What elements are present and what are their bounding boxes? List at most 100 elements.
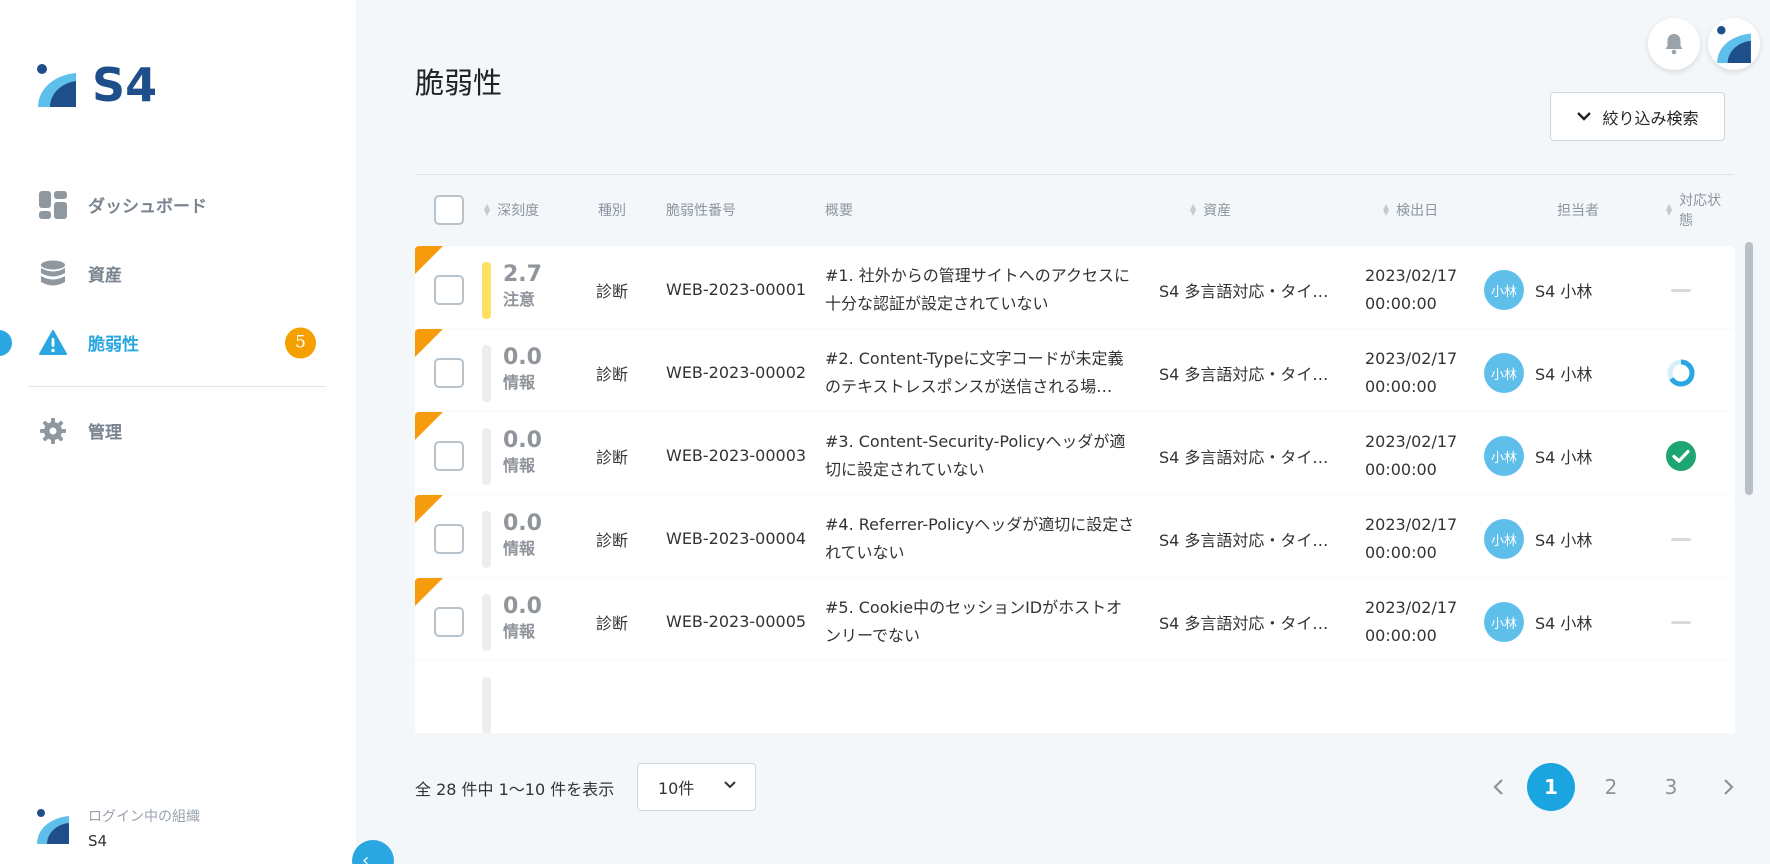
row-checkbox[interactable]: [434, 274, 464, 305]
active-indicator: [0, 329, 12, 356]
sidebar-collapse-button[interactable]: ‹: [352, 840, 394, 864]
table-row[interactable]: 0.0 情報 診断 WEB-2023-00005 #5. Cookie中のセッシ…: [415, 578, 1735, 665]
vulnerability-count-badge: 5: [285, 327, 316, 358]
row-checkbox-cell: [434, 246, 464, 333]
previous-page-button[interactable]: [1474, 763, 1522, 811]
detected-date: 2023/02/17: [1365, 266, 1458, 285]
vulnerability-summary[interactable]: #2. Content-Typeに文字コードが未定義のテキストレスポンスが送信さ…: [825, 345, 1135, 403]
brand-name: S4: [92, 58, 158, 112]
row-checkbox[interactable]: [434, 606, 464, 637]
page-button-1[interactable]: 1: [1527, 763, 1575, 811]
detected-time: 00:00:00: [1365, 543, 1437, 562]
severity-bar: [482, 594, 491, 651]
status-in-progress-icon[interactable]: [1665, 357, 1697, 389]
column-label: 種別: [598, 203, 626, 219]
severity-score-value: 0.0: [503, 345, 542, 370]
table-row[interactable]: 0.0 情報 診断 WEB-2023-00003 #3. Content-Sec…: [415, 412, 1735, 499]
status-done-icon[interactable]: [1665, 440, 1697, 472]
notifications-button[interactable]: [1648, 18, 1700, 70]
vulnerability-summary[interactable]: #3. Content-Security-Policyヘッダが適切に設定されてい…: [825, 428, 1135, 486]
vulnerability-number: WEB-2023-00001: [666, 280, 807, 299]
column-label: 担当者: [1557, 203, 1599, 219]
table-row[interactable]: 0.0 情報 診断 WEB-2023-00002 #2. Content-Typ…: [415, 329, 1735, 416]
status-none-icon[interactable]: [1665, 523, 1697, 555]
chevron-left-icon: [1493, 779, 1503, 795]
detected-datetime: 2023/02/17 00:00:00: [1365, 594, 1457, 650]
chevron-down-icon: [723, 778, 737, 794]
filter-search-button[interactable]: 絞り込み検索: [1550, 92, 1725, 141]
avatar: 小林: [1484, 353, 1524, 393]
table-row[interactable]: 2.7 注意 診断 WEB-2023-00001 #1. 社外からの管理サイトへ…: [415, 246, 1735, 333]
asset-name: S4 多言語対応・タイ…: [1159, 613, 1329, 633]
column-asset[interactable]: ▲ ▼ 資産: [1190, 190, 1231, 230]
row-checkbox-cell: [434, 412, 464, 499]
column-summary: 概要: [825, 190, 853, 230]
table-row[interactable]: [415, 661, 1735, 733]
table-scrollbar[interactable]: [1745, 242, 1753, 495]
column-status[interactable]: ▲ ▼ 対応状態: [1666, 190, 1734, 230]
database-icon: [38, 259, 68, 289]
vulnerability-summary[interactable]: #1. 社外からの管理サイトへのアクセスに十分な認証が設定されていない: [825, 262, 1135, 320]
sidebar-item-dashboard[interactable]: ダッシュボード: [0, 170, 356, 239]
status-none-icon[interactable]: [1665, 606, 1697, 638]
asset-name: S4 多言語対応・タイ…: [1159, 447, 1329, 467]
detected-datetime: 2023/02/17 00:00:00: [1365, 262, 1457, 318]
detected-time: 00:00:00: [1365, 460, 1437, 479]
bell-icon: [1665, 34, 1683, 55]
page-title: 脆弱性: [415, 66, 503, 100]
vulnerability-summary[interactable]: #4. Referrer-Policyヘッダが適切に設定されていない: [825, 511, 1135, 569]
sort-icon: ▲ ▼: [1383, 202, 1390, 217]
table-row[interactable]: 0.0 情報 診断 WEB-2023-00004 #4. Referrer-Po…: [415, 495, 1735, 582]
page-button-2[interactable]: 2: [1587, 763, 1635, 811]
vulnerability-summary[interactable]: #5. Cookie中のセッションIDがホストオンリーでない: [825, 594, 1135, 652]
asset-name: S4 多言語対応・タイ…: [1159, 281, 1329, 301]
account-avatar-button[interactable]: [1708, 18, 1760, 70]
type-cell: 診断: [596, 447, 629, 467]
severity-score: 2.7 注意: [503, 262, 542, 312]
detected-date: 2023/02/17: [1365, 515, 1458, 534]
table-header: ▲ ▼ 深刻度 種別 脆弱性番号 概要 ▲ ▼ 資産 ▲ ▼ 検出日 担当者 ▲ ▼ 対…: [415, 190, 1734, 230]
assignee-name: S4 小林: [1535, 447, 1593, 467]
vulnerability-number: WEB-2023-00005: [666, 612, 807, 631]
severity-bar: [482, 677, 491, 733]
status-none-icon[interactable]: [1665, 274, 1697, 306]
row-checkbox[interactable]: [434, 357, 464, 388]
type-cell: 診断: [596, 530, 629, 550]
asset-name: S4 多言語対応・タイ…: [1159, 530, 1329, 550]
select-all-checkbox-cell: [434, 190, 464, 230]
column-label: 脆弱性番号: [666, 203, 736, 219]
header-divider: [415, 174, 1734, 175]
chevron-down-icon: [1576, 109, 1592, 125]
type-cell: 診断: [596, 281, 629, 301]
brand-logo-icon: [37, 64, 76, 107]
detected-date: 2023/02/17: [1365, 432, 1458, 451]
select-all-checkbox[interactable]: [434, 195, 464, 225]
brand-logo[interactable]: S4: [36, 62, 157, 108]
sidebar-item-vulnerabilities[interactable]: 脆弱性 5: [0, 308, 356, 377]
sidebar-item-admin[interactable]: 管理: [0, 396, 356, 465]
severity-score-value: 0.0: [503, 511, 542, 536]
column-detected[interactable]: ▲ ▼ 検出日: [1383, 190, 1438, 230]
severity-score-value: 2.7: [503, 262, 542, 287]
row-checkbox[interactable]: [434, 440, 464, 471]
detected-datetime: 2023/02/17 00:00:00: [1365, 428, 1457, 484]
next-page-button[interactable]: [1705, 763, 1753, 811]
severity-score: 0.0 情報: [503, 345, 542, 395]
sidebar-item-assets[interactable]: 資産: [0, 239, 356, 308]
sidebar: S4 ダッシュボード 資産 脆弱性 5 管理 ログイン中の組織 S4: [0, 0, 356, 864]
detected-date: 2023/02/17: [1365, 349, 1458, 368]
column-label: 対応状態: [1679, 193, 1722, 229]
column-severity[interactable]: ▲ ▼ 深刻度: [484, 190, 539, 230]
filter-search-label: 絞り込み検索: [1602, 108, 1699, 128]
column-number: 脆弱性番号: [666, 190, 736, 230]
sidebar-divider: [28, 386, 326, 387]
per-page-select[interactable]: 10件: [637, 763, 756, 811]
page-button-3[interactable]: 3: [1647, 763, 1695, 811]
sidebar-item-label: 資産: [88, 266, 122, 286]
organization-logo-icon: [37, 809, 69, 844]
current-organization[interactable]: ログイン中の組織 S4: [36, 806, 200, 850]
severity-bar: [482, 262, 491, 319]
row-checkbox-cell: [434, 578, 464, 665]
sort-icon: ▲ ▼: [1190, 202, 1197, 217]
row-checkbox[interactable]: [434, 523, 464, 554]
